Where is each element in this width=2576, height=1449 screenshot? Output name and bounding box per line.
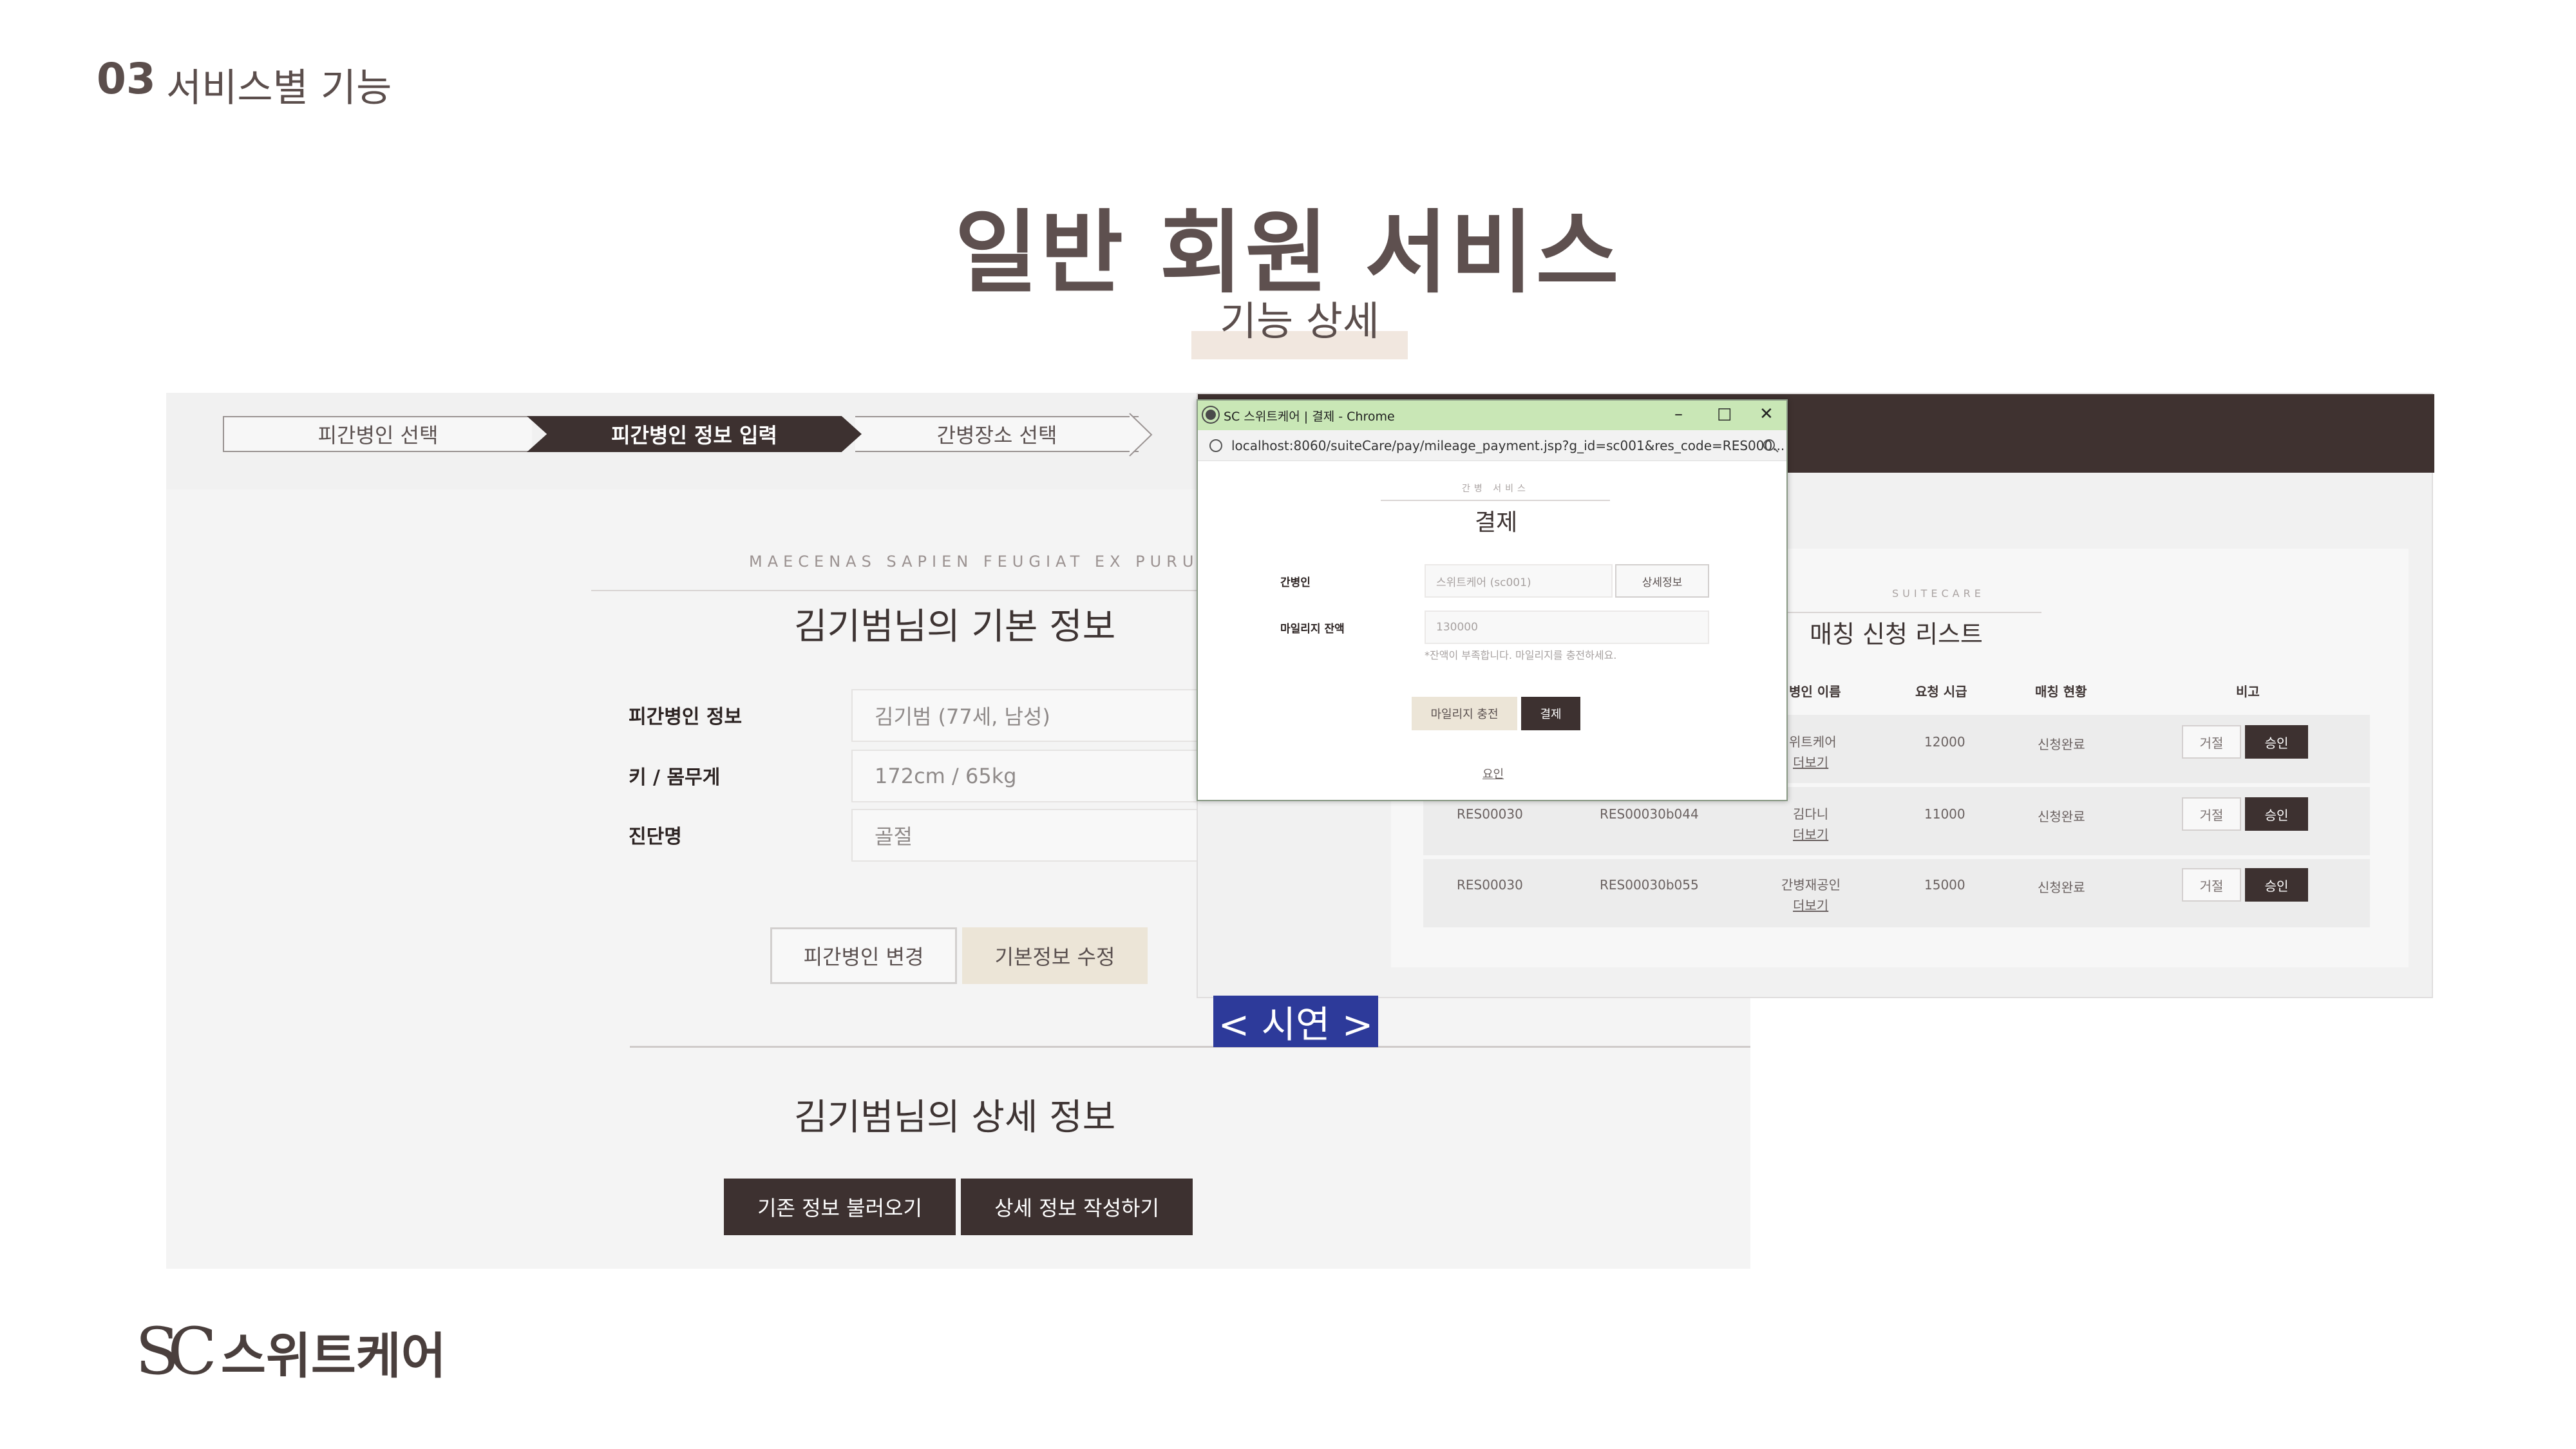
matching-status: 신청완료 [2038, 809, 2085, 824]
caregiver-name: 김다니 [1793, 806, 1829, 822]
caregiver-field[interactable]: 스위트케어 (sc001) [1425, 564, 1613, 598]
column-header-name: 병인 이름 [1789, 684, 1841, 699]
caregiver-name: 간병재공인 [1781, 877, 1841, 893]
section-title: 서비스별 기능 [166, 66, 392, 111]
logo-mark: SC [135, 1314, 217, 1389]
window-title: SC 스위트케어 | 결제 - Chrome [1224, 410, 1395, 424]
insufficient-balance-note: *잔액이 부족합니다. 마일리지를 충전하세요. [1425, 649, 1617, 661]
reservation-code: RES00030b055 [1600, 877, 1699, 893]
height-weight-field[interactable]: 172cm / 65kg [851, 750, 1212, 802]
matching-status: 신청완료 [2038, 880, 2085, 895]
matching-status: 신청완료 [2038, 737, 2085, 752]
reject-button[interactable]: 거절 [2182, 725, 2241, 759]
popup-link[interactable]: 요인 [1482, 765, 1504, 782]
payment-heading: 결제 [1475, 509, 1518, 536]
mileage-balance-field[interactable]: 130000 [1425, 611, 1709, 644]
section-kicker: SUITECARE [1892, 587, 1985, 600]
caregiver-label: 간병인 [1280, 576, 1311, 589]
column-header-wage: 요청 시급 [1915, 684, 1967, 699]
more-link[interactable]: 더보기 [1793, 752, 1828, 771]
patient-info-field[interactable]: 김기범 (77세, 남성) [851, 689, 1212, 742]
charge-mileage-button[interactable]: 마일리지 충전 [1412, 697, 1517, 730]
page-subtitle: 기능 상세 [1220, 298, 1379, 345]
chrome-icon [1203, 407, 1218, 422]
page-subtitle-wrap: 기능 상세 [1191, 289, 1408, 359]
logo-text: 스위트케어 [221, 1327, 446, 1385]
step-select-location[interactable]: 간병장소 선택 [855, 416, 1139, 452]
approve-button[interactable]: 승인 [2245, 725, 2308, 759]
write-detail-info-button[interactable]: 상세 정보 작성하기 [961, 1179, 1193, 1235]
load-existing-info-button[interactable]: 기존 정보 불러오기 [724, 1179, 956, 1235]
reservation-id: RES00030 [1457, 806, 1523, 822]
info-icon[interactable] [1209, 439, 1222, 452]
more-link[interactable]: 더보기 [1793, 824, 1828, 843]
divider [630, 1046, 1750, 1048]
diagnosis-field[interactable]: 골절 [851, 809, 1212, 862]
url-text[interactable]: localhost:8060/suiteCare/pay/mileage_pay… [1231, 438, 1785, 453]
step-progress-bar: 피간병인 선택 간병장소 선택 피간병인 정보 입력 [166, 393, 1197, 489]
maximize-icon[interactable]: ☐ [1717, 406, 1732, 425]
minimize-icon[interactable]: – [1674, 404, 1683, 424]
mileage-balance-label: 마일리지 잔액 [1280, 623, 1345, 636]
step-enter-patient-info[interactable]: 피간병인 정보 입력 [527, 416, 862, 452]
matching-list-heading: 매칭 신청 리스트 [1810, 620, 1983, 649]
pay-button[interactable]: 결제 [1521, 697, 1580, 730]
section-number: 03 [97, 54, 156, 104]
section-kicker: 간병 서비스 [1462, 484, 1530, 494]
patient-info-label: 피간병인 정보 [629, 706, 743, 728]
basic-info-heading: 김기범님의 기본 정보 [794, 606, 1116, 648]
column-header-note: 비고 [2236, 684, 2260, 699]
requested-wage: 12000 [1924, 734, 1965, 750]
more-link[interactable]: 더보기 [1793, 895, 1828, 914]
close-icon[interactable]: ✕ [1759, 404, 1774, 424]
approve-button[interactable]: 승인 [2245, 868, 2308, 902]
divider [1381, 500, 1610, 501]
detail-info-button[interactable]: 상세정보 [1615, 564, 1709, 598]
reservation-id: RES00030 [1457, 877, 1523, 893]
height-weight-label: 키 / 몸무게 [629, 766, 721, 789]
requested-wage: 11000 [1924, 806, 1965, 822]
zoom-icon[interactable] [1763, 439, 1775, 451]
reservation-code: RES00030b044 [1600, 806, 1699, 822]
address-bar[interactable]: localhost:8060/suiteCare/pay/mileage_pay… [1198, 430, 1786, 461]
reject-button[interactable]: 거절 [2182, 868, 2241, 902]
payment-popup-window: SC 스위트케어 | 결제 - Chrome – ☐ ✕ localhost:8… [1197, 399, 1788, 801]
demo-badge: < 시연 > [1213, 996, 1378, 1047]
step-select-patient[interactable]: 피간병인 선택 [223, 416, 532, 452]
detail-info-heading: 김기범님의 상세 정보 [794, 1097, 1116, 1139]
edit-basic-info-button[interactable]: 기본정보 수정 [962, 927, 1148, 984]
brand-logo: SC 스위트케어 [135, 1314, 446, 1389]
requested-wage: 15000 [1924, 877, 1965, 893]
window-titlebar[interactable]: SC 스위트케어 | 결제 - Chrome – ☐ ✕ [1198, 401, 1786, 430]
section-kicker: MAECENAS SAPIEN FEUGIAT EX PURUS [749, 553, 1214, 571]
chevron-right-icon [1129, 413, 1153, 457]
column-header-status: 매칭 현황 [2035, 684, 2087, 699]
change-patient-button[interactable]: 피간병인 변경 [770, 927, 957, 984]
reject-button[interactable]: 거절 [2182, 797, 2241, 831]
approve-button[interactable]: 승인 [2245, 797, 2308, 831]
caregiver-name: 위트케어 [1789, 734, 1837, 750]
diagnosis-label: 진단명 [629, 826, 682, 848]
